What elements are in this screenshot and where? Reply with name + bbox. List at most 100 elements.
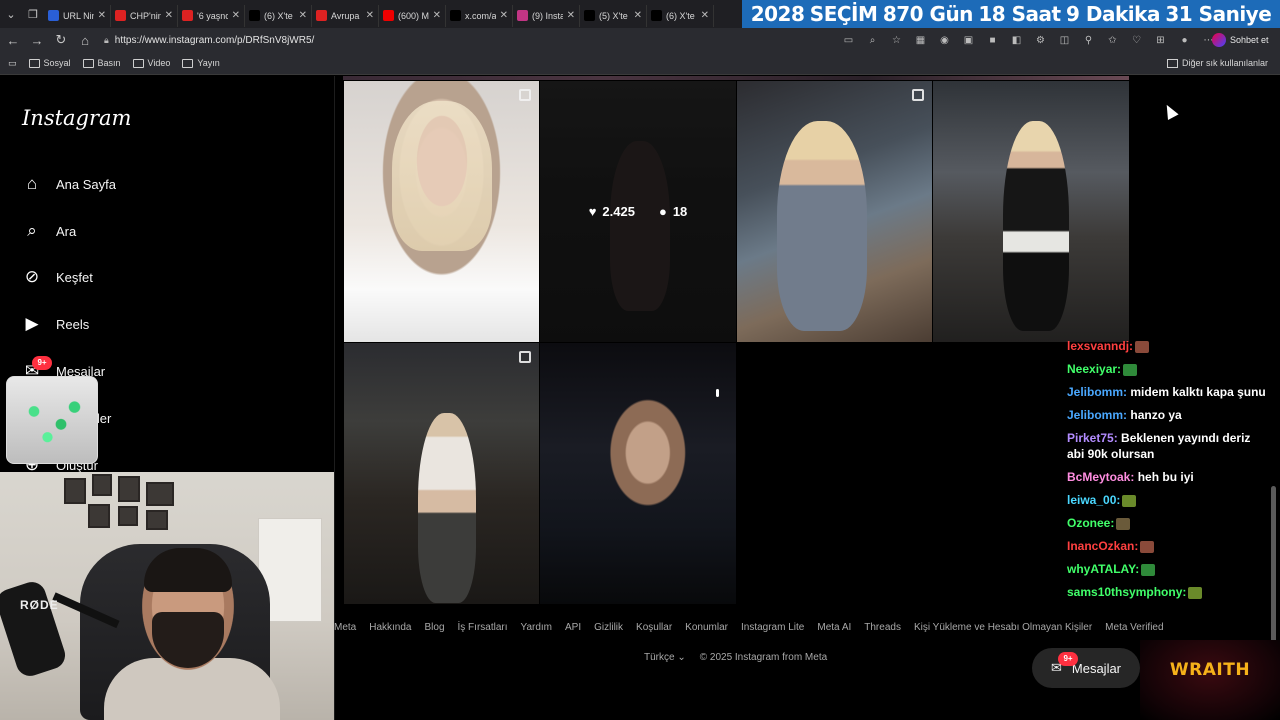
post-thumbnail[interactable] [933,81,1129,342]
extension-icon[interactable]: ⚲ [1080,32,1097,48]
browser-tab[interactable]: x.com/a ✕ [446,4,513,27]
tab-label: '6 yaşnc [197,10,228,21]
back-icon[interactable]: ← [1,28,25,52]
close-icon[interactable]: ✕ [299,10,307,21]
close-icon[interactable]: ✕ [500,10,508,21]
star-icon[interactable]: ☆ [888,32,905,48]
bookmark-yayin[interactable]: Yayın [182,58,220,68]
close-icon[interactable]: ✕ [634,10,642,21]
browser-tab[interactable]: CHP'nin ✕ [111,4,178,27]
close-icon[interactable]: ✕ [98,10,106,21]
extension-icon[interactable]: ■ [984,32,1001,48]
extension-icon[interactable]: ◧ [1008,32,1025,48]
url-field[interactable]: 🔒︎ https://www.instagram.com/p/DRfSnV8jW… [104,31,894,49]
footer-link[interactable]: İş Fırsatları [458,622,508,633]
extension-icon[interactable]: ◉ [936,32,953,48]
post-thumbnail[interactable] [344,81,539,342]
browser-tab[interactable]: (5) X'te ✕ [580,4,647,27]
chat-message: leiwa_00: [1067,492,1268,508]
footer-link[interactable]: Yardım [521,622,553,633]
reload-icon[interactable]: ↻ [49,28,73,52]
chat-username: Pirket75: [1067,431,1118,445]
chat-text: heh bu iyi [1137,470,1194,484]
bookmark-video[interactable]: Video [132,58,170,68]
browser-tab[interactable]: Avrupa ✕ [312,4,379,27]
post-thumbnail[interactable] [540,343,736,604]
tab-favicon-icon [249,10,260,21]
chat-username: sams10thsymphony: [1067,585,1187,599]
messages-floating-button[interactable]: 9+ ✉ Mesajlar [1032,648,1140,688]
post-thumbnail[interactable] [737,81,932,342]
instagram-logo[interactable]: Instagram [22,106,131,130]
footer-link[interactable]: Hakkında [369,622,411,633]
bookmark-basin[interactable]: Basın [82,58,121,68]
tab-label: (9) Insta [532,10,563,21]
tab-list-chevron-icon[interactable]: ⌄ [0,0,22,28]
forward-icon[interactable]: → [25,28,49,52]
footer-link[interactable]: Gizlilik [594,622,623,633]
browser-tab[interactable]: (600) M ✕ [379,4,446,27]
bookmark-sosyal[interactable]: Sosyal [28,58,71,68]
post-thumbnail-hovered[interactable]: ♥ 2.425 ● 18 [540,81,736,342]
extension-icon[interactable]: ▣ [960,32,977,48]
footer-link[interactable]: Konumlar [685,622,728,633]
other-bookmarks-label: Diğer sık kullanılanlar [1181,58,1268,68]
sidebar-toggle-icon[interactable]: ▭ [8,58,17,69]
stream-chat-overlay: lexsvanndj: Neexiyar: Jelibomm: midem kalk… [1060,338,1268,628]
profile-avatar[interactable]: ● [1176,32,1193,48]
heart-icon[interactable]: ♡ [1128,32,1145,48]
browser-tab[interactable]: (6) X'te ✕ [245,4,312,27]
footer-links: Meta Hakkında Blog İş Fırsatları Yardım API Gi… [334,622,1164,633]
nav-search[interactable]: ⌕ Ara [22,218,76,244]
screen-share-icon[interactable]: ▭ [840,32,857,48]
tab-label: Avrupa [331,10,360,21]
nav-reels[interactable]: ▶ Reels [22,311,89,337]
browser-tab[interactable]: (9) Insta ✕ [513,4,580,27]
home-icon: ⌂ [26,174,38,193]
footer-link[interactable]: Meta [334,622,356,633]
close-icon[interactable]: ✕ [567,10,575,21]
footer-link[interactable]: Koşullar [636,622,672,633]
chat-button[interactable]: Sohbet et [1212,31,1269,49]
tab-label: (5) X'te [599,10,628,21]
other-bookmarks[interactable]: Diğer sık kullanılanlar [1166,58,1268,68]
close-icon[interactable]: ✕ [165,10,173,21]
home-button-icon[interactable]: ⌂ [73,28,97,52]
nav-explore[interactable]: ⊘ Keşfet [22,264,93,290]
tab-label: CHP'nin [130,10,161,21]
nav-home[interactable]: ⌂ Ana Sayfa [22,171,116,197]
browser-tab[interactable]: URL Nin ✕ [44,4,111,27]
language-select[interactable]: Türkçe ⌄ [644,652,686,663]
mic-brand: RØDE [20,598,59,612]
chat-emote-icon [1123,363,1138,376]
close-icon[interactable]: ✕ [366,10,374,21]
footer-link[interactable]: Blog [424,622,444,633]
folder-icon [182,58,194,68]
workspaces-icon[interactable]: ❐ [22,0,44,28]
countdown-hours: 18 Saat [978,2,1061,26]
close-icon[interactable]: ✕ [433,10,441,21]
close-icon[interactable]: ✕ [701,10,709,21]
footer-link[interactable]: Meta AI [817,622,851,633]
chat-text: hanzo ya [1130,408,1182,422]
tab-favicon-icon [383,10,394,21]
extension-icon[interactable]: ▦ [912,32,929,48]
webcam-overlay: RØDE [0,472,334,720]
collections-icon[interactable]: ⊞ [1152,32,1169,48]
chat-message: Jelibomm: hanzo ya [1067,407,1268,423]
tab-favicon-icon [651,10,662,21]
footer-link[interactable]: API [565,622,581,633]
chat-message: lexsvanndj: [1067,338,1268,354]
close-icon[interactable]: ✕ [232,10,240,21]
footer-bottom: Türkçe ⌄ © 2025 Instagram from Meta [644,652,827,663]
footer-link[interactable]: Instagram Lite [741,622,804,633]
footer-link[interactable]: Threads [864,622,901,633]
split-view-icon[interactable]: ◫ [1056,32,1073,48]
browser-tab[interactable]: (6) X'te ✕ [647,4,714,27]
browser-tab[interactable]: '6 yaşnc ✕ [178,4,245,27]
zoom-icon[interactable]: ⌕ [864,32,881,48]
puzzle-icon[interactable]: ⚙ [1032,32,1049,48]
favorites-icon[interactable]: ✩ [1104,32,1121,48]
wall-frames [64,474,178,530]
post-thumbnail[interactable] [344,343,539,604]
